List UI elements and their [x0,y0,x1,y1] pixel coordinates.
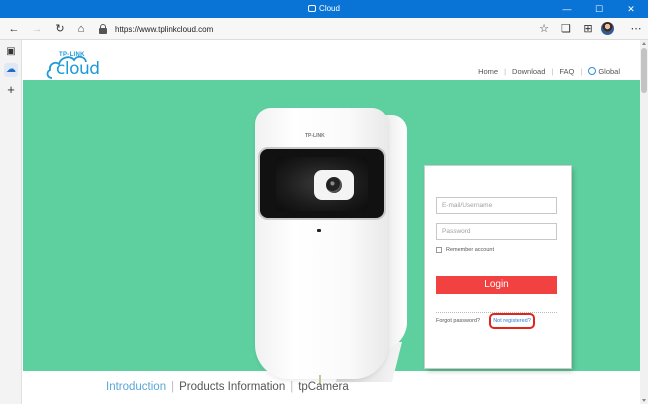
forward-icon[interactable]: → [29,21,45,37]
close-button[interactable]: ✕ [616,0,646,18]
camera-face-inner [276,157,368,211]
remember-label: Remember account [446,247,494,253]
lock-icon[interactable] [97,23,109,35]
remember-checkbox[interactable] [436,247,442,253]
remember-account-row[interactable]: Remember account [436,247,494,253]
scroll-down-icon[interactable] [642,399,646,402]
scrollbar-thumb[interactable] [641,48,647,93]
reload-icon[interactable]: ↻ [52,21,68,37]
password-field[interactable]: Password [436,223,557,240]
new-tab-icon[interactable]: + [4,83,18,97]
profile-avatar[interactable] [601,22,614,35]
camera-image: TP-LINK [255,108,388,385]
nav-separator: | [551,67,554,76]
maximize-button[interactable]: ☐ [584,0,614,18]
camera-lens-housing [314,170,354,200]
forgot-password-link[interactable]: Forgot password? [436,318,480,324]
not-registered-link[interactable]: Not registered? [489,313,535,329]
tab-introduction[interactable]: Introduction [106,381,166,393]
tab-products-information[interactable]: Products Information [179,381,285,393]
vertical-tab-strip: ▣ ☁ + [0,40,22,404]
menu-icon[interactable]: ⋯ [628,21,644,37]
site-top-nav: Home | Download | FAQ | Global [478,67,620,76]
web-page: TP-LINK cloud Home | Download | FAQ | Gl… [23,40,640,404]
nav-global-label: Global [598,67,620,76]
logo-brand-text: TP-LINK [59,52,85,58]
nav-faq-link[interactable]: FAQ [559,67,574,76]
tab-tpcamera[interactable]: tpCamera [298,381,349,393]
nav-separator: | [580,67,583,76]
minimize-button[interactable]: — [552,0,582,18]
camera-lens-icon [326,177,342,193]
address-bar[interactable]: https://www.tplinkcloud.com [97,21,527,37]
active-tab-icon[interactable]: ☁ [4,63,18,77]
tab-actions-icon[interactable]: ▣ [4,45,18,59]
product-nav: Introduction | Products Information | tp… [106,381,349,393]
nav-separator: | [504,67,507,76]
window-title: Cloud [0,4,648,13]
camera-face [258,147,386,220]
address-url[interactable]: https://www.tplinkcloud.com [115,25,213,34]
back-icon[interactable]: ← [6,21,22,37]
globe-icon [588,67,597,75]
hero-banner: TP-LINK E-mail/Username Password Remembe… [23,80,640,385]
nav-download-link[interactable]: Download [512,67,545,76]
page-scrollbar[interactable] [640,40,648,404]
scroll-up-icon[interactable] [642,42,646,45]
email-field[interactable]: E-mail/Username [436,197,557,214]
login-panel: E-mail/Username Password Remember accoun… [425,166,571,368]
login-button[interactable]: Login [436,276,557,294]
nav-home-link[interactable]: Home [478,67,498,76]
browser-toolbar: ← → ↻ ⌂ https://www.tplinkcloud.com ☆ ❏ … [0,18,648,40]
extensions-icon[interactable]: ⊞ [580,21,596,37]
logo-cloud-text: cloud [56,59,100,79]
window-title-text: Cloud [319,4,340,13]
camera-sensor [317,229,321,232]
tplink-cloud-logo[interactable]: TP-LINK cloud [46,50,104,80]
site-favicon-icon [308,5,317,12]
window-titlebar: Cloud — ☐ ✕ [0,0,648,18]
nav-global-link[interactable]: Global [588,67,620,76]
nav-separator: | [290,381,294,393]
home-icon[interactable]: ⌂ [73,21,89,37]
favorite-icon[interactable]: ☆ [536,21,552,37]
nav-separator: | [171,381,175,393]
camera-brand-text: TP-LINK [305,133,325,139]
collections-icon[interactable]: ❏ [558,21,574,37]
